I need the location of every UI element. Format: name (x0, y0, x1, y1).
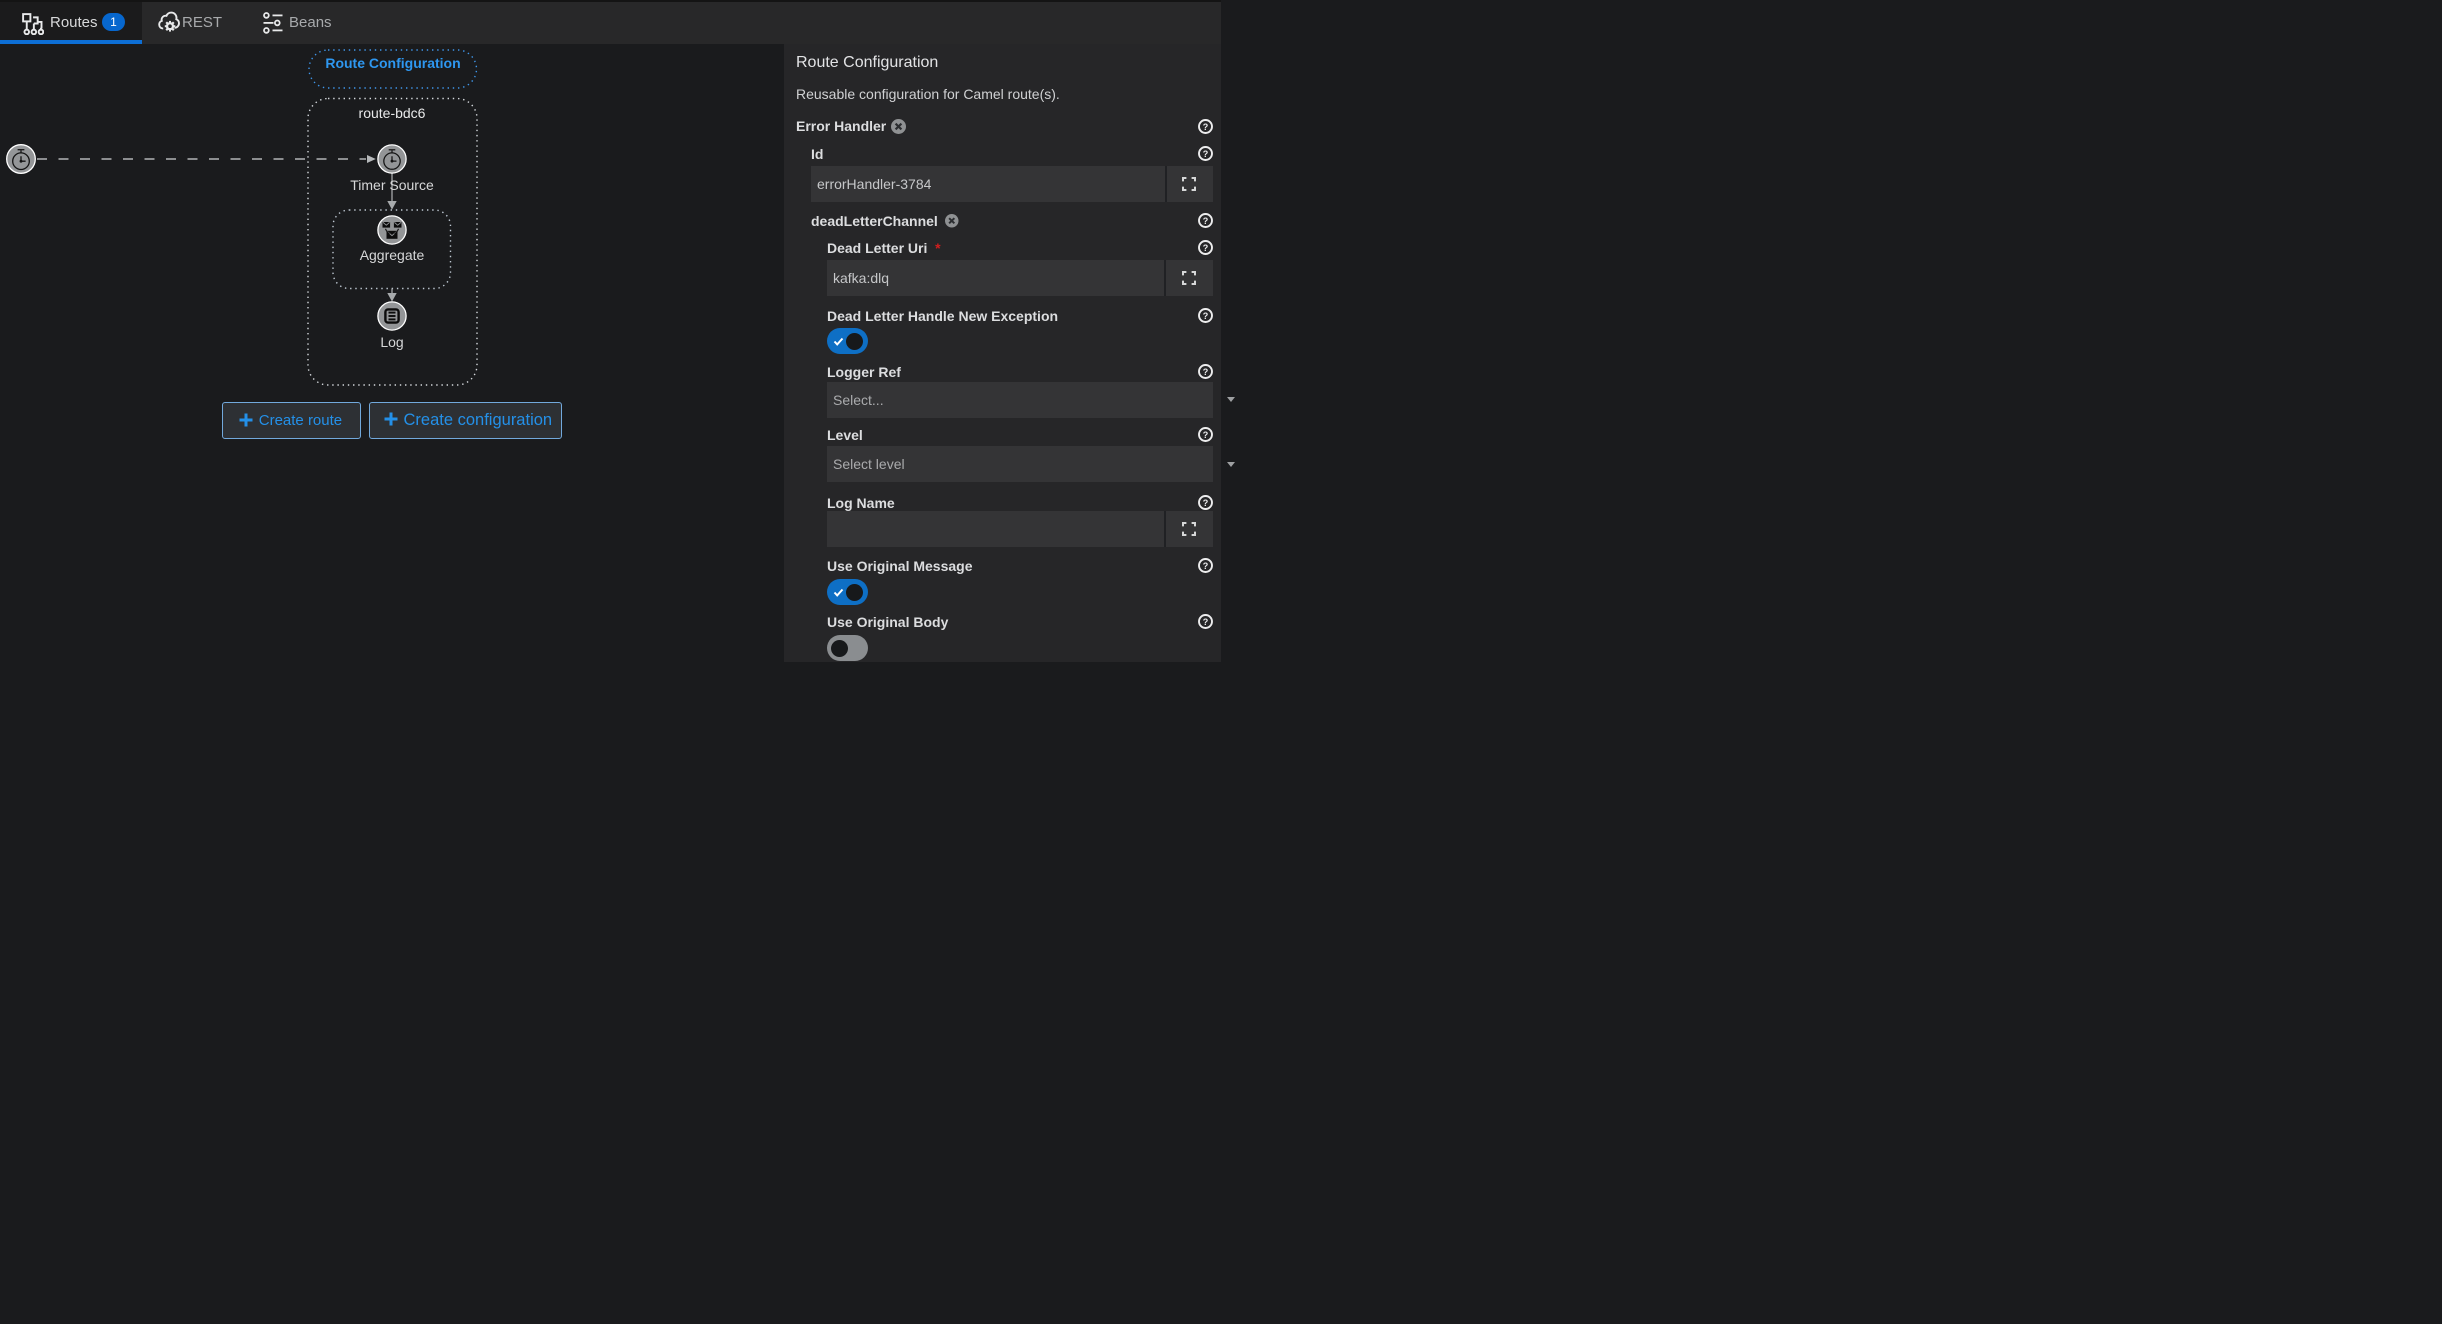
svg-text:?: ? (1203, 430, 1209, 440)
svg-text:?: ? (1203, 617, 1209, 627)
svg-text:?: ? (1203, 216, 1209, 226)
svg-text:?: ? (1203, 498, 1209, 508)
svg-text:?: ? (1203, 366, 1209, 376)
svg-text:?: ? (1203, 122, 1209, 132)
svg-text:?: ? (1203, 149, 1209, 159)
svg-text:?: ? (1203, 561, 1209, 571)
svg-text:?: ? (1203, 243, 1209, 253)
svg-text:?: ? (1203, 311, 1209, 321)
